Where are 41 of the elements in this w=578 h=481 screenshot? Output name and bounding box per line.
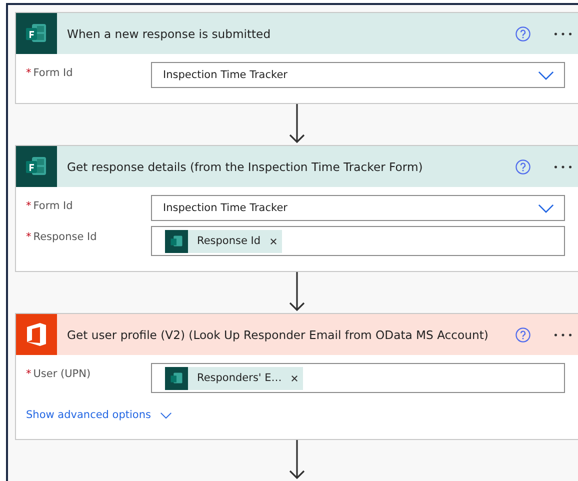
field-value: Inspection Time Tracker (163, 202, 288, 214)
card-title: Get user profile (V2) (Look Up Responder Email from OData MS Account) (67, 328, 490, 342)
connector-arrow (287, 272, 307, 313)
field-label: Response Id (33, 231, 97, 243)
dropdown-field[interactable]: Inspection Time Tracker (151, 195, 565, 221)
close-icon[interactable] (290, 374, 298, 382)
show-advanced-link[interactable]: Show advanced options (26, 409, 151, 421)
chevron-down-icon (538, 70, 554, 80)
token-label: Response Id (197, 235, 261, 247)
field-label: Form Id (33, 67, 73, 79)
card-header[interactable]: Get user profile (V2) (Look Up Responder Email from OData MS Account) (16, 314, 578, 355)
required-mark: * (26, 231, 32, 243)
connector-arrow (287, 440, 307, 481)
token-label: Responders' E… (197, 372, 282, 384)
card-header[interactable]: When a new response is submitted (16, 13, 578, 54)
card-title: Get response details (from the Inspection Time Tracker Form) (67, 160, 424, 174)
more-icon[interactable] (553, 332, 573, 338)
help-icon[interactable] (515, 326, 531, 342)
forms-logo-icon (165, 230, 188, 252)
input-field[interactable]: Responders' E… (151, 363, 565, 393)
field-label: User (UPN) (33, 368, 91, 380)
required-mark: * (26, 200, 32, 212)
chevron-down-icon (538, 204, 554, 212)
token-chip[interactable]: Responders' E… (165, 366, 303, 390)
more-icon[interactable] (553, 30, 573, 36)
connector-arrow (287, 104, 307, 145)
card-header[interactable]: Get response details (from the Inspection Time Tracker Form) (16, 146, 578, 187)
field-label: Form Id (33, 200, 73, 212)
input-field[interactable]: Response Id (151, 226, 565, 256)
dropdown-field[interactable]: Inspection Time Tracker (151, 62, 565, 88)
field-value: Inspection Time Tracker (163, 69, 288, 81)
chevron-down-icon[interactable] (160, 412, 172, 418)
help-icon[interactable] (515, 26, 531, 42)
required-mark: * (26, 368, 32, 380)
card-title: When a new response is submitted (67, 26, 272, 40)
token-chip[interactable]: Response Id (165, 230, 282, 252)
close-icon[interactable] (270, 238, 277, 244)
more-icon[interactable] (553, 164, 573, 170)
help-icon[interactable] (515, 158, 531, 174)
required-mark: * (26, 67, 32, 79)
forms-logo-icon (165, 366, 188, 390)
